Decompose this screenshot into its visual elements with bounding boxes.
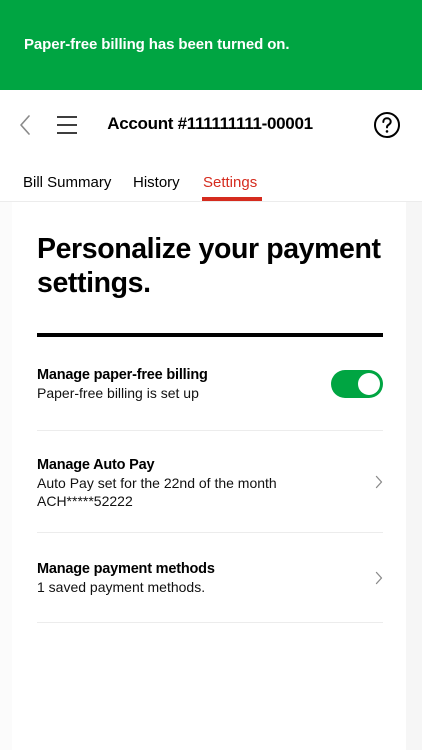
heading-divider bbox=[37, 333, 383, 337]
auto-pay-chevron[interactable] bbox=[374, 474, 384, 490]
success-banner: Paper-free billing has been turned on. bbox=[0, 0, 422, 90]
paper-free-billing-toggle[interactable] bbox=[331, 370, 383, 398]
page-heading: Personalize your payment settings. bbox=[37, 233, 381, 299]
manage-payment-methods-row[interactable]: Manage payment methods 1 saved payment m… bbox=[37, 560, 383, 596]
help-button[interactable] bbox=[372, 110, 402, 140]
app-header: Account #111111111-00001 bbox=[0, 90, 422, 160]
banner-message: Paper-free billing has been turned on. bbox=[24, 36, 290, 53]
toggle-knob bbox=[358, 373, 380, 395]
row-title: Manage payment methods bbox=[37, 561, 215, 577]
active-tab-indicator bbox=[202, 197, 262, 201]
row-divider bbox=[37, 622, 383, 623]
row-divider bbox=[37, 430, 383, 431]
menu-button[interactable] bbox=[54, 112, 80, 138]
row-subtitle-account: ACH*****52222 bbox=[37, 493, 133, 509]
row-title: Manage Auto Pay bbox=[37, 457, 155, 473]
tab-settings[interactable]: Settings bbox=[203, 174, 257, 191]
account-title: Account #111111111-00001 bbox=[107, 114, 313, 133]
chevron-right-icon bbox=[375, 571, 383, 585]
row-subtitle: 1 saved payment methods. bbox=[37, 579, 206, 595]
chevron-right-icon bbox=[375, 475, 383, 489]
hamburger-menu-icon bbox=[57, 116, 77, 134]
content-gutter-right bbox=[406, 202, 422, 750]
tab-bill-summary[interactable]: Bill Summary bbox=[23, 174, 111, 191]
manage-auto-pay-row[interactable]: Manage Auto Pay Auto Pay set for the 22n… bbox=[37, 456, 383, 510]
tab-bar: Bill Summary History Settings bbox=[0, 160, 422, 202]
row-divider bbox=[37, 532, 383, 533]
payment-methods-chevron[interactable] bbox=[374, 570, 384, 586]
row-subtitle: Auto Pay set for the 22nd of the month bbox=[37, 475, 277, 491]
tab-history[interactable]: History bbox=[133, 174, 180, 191]
content-gutter-left bbox=[0, 202, 12, 750]
back-button[interactable] bbox=[14, 112, 36, 138]
question-circle-icon bbox=[374, 112, 400, 138]
chevron-left-icon bbox=[20, 115, 30, 135]
